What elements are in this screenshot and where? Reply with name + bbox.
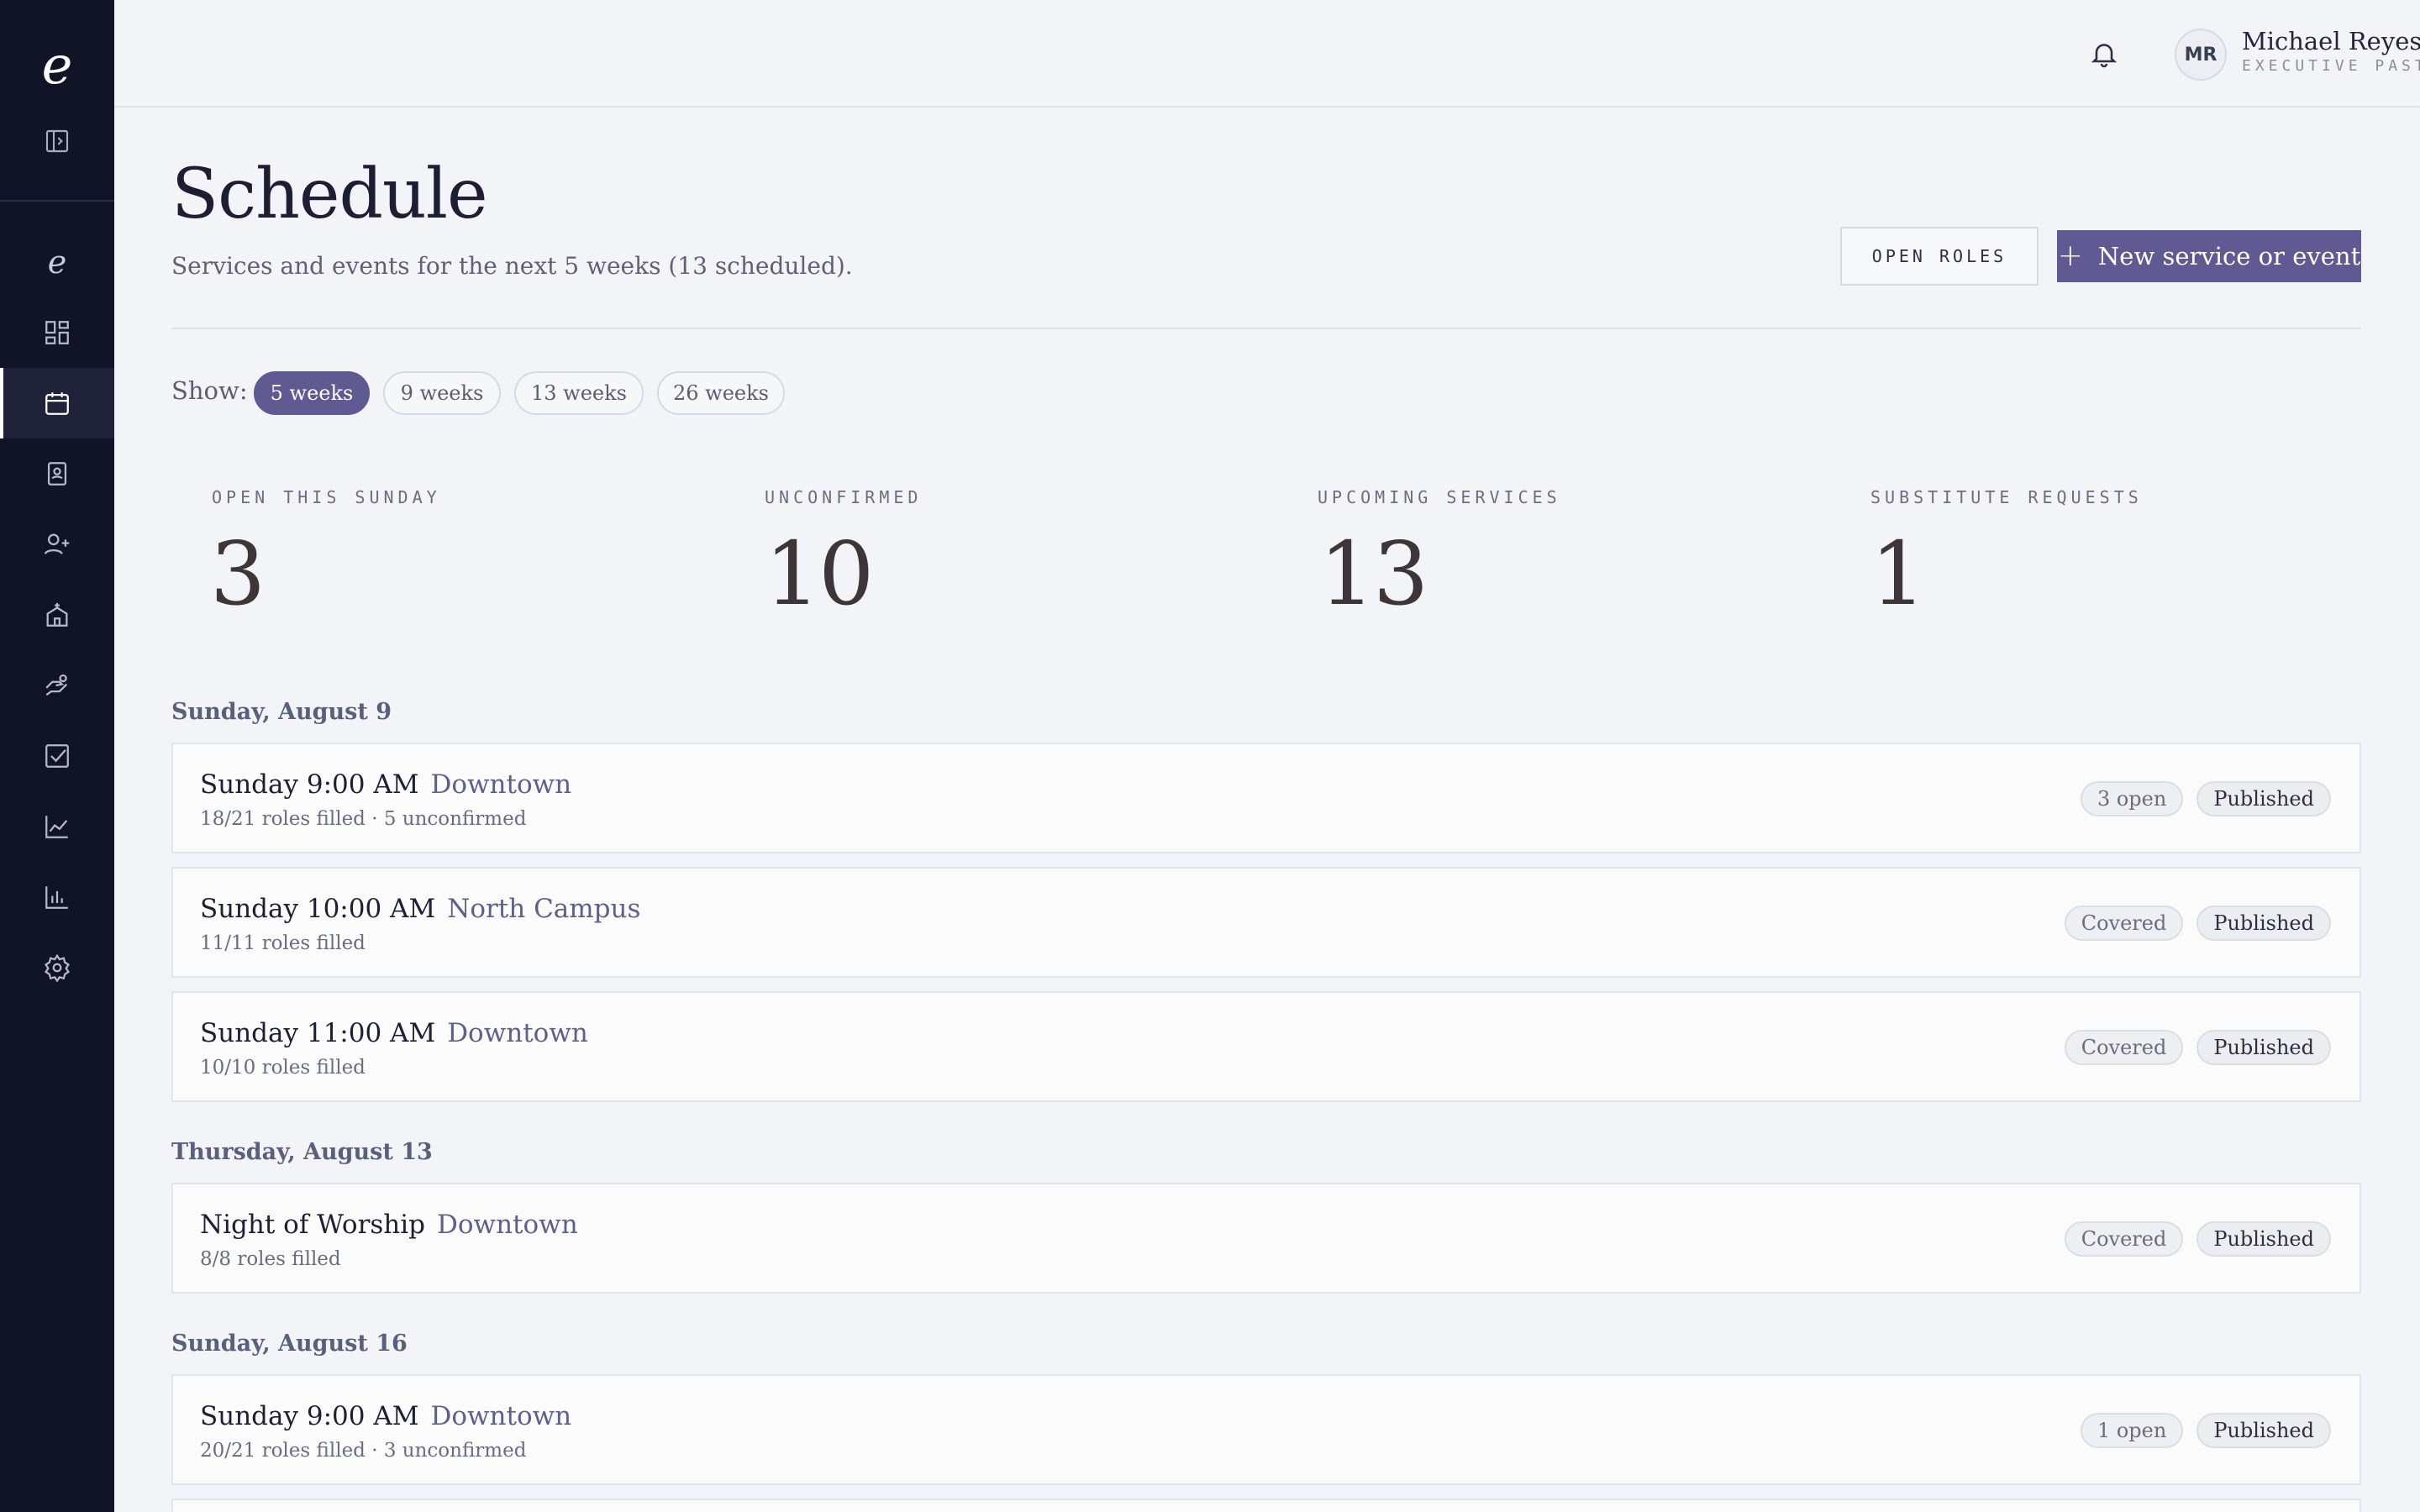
sidebar-item-home[interactable]: e [0, 227, 114, 297]
event-meta: 20/21 roles filled · 3 unconfirmed [200, 1440, 527, 1462]
settings-icon [44, 953, 71, 982]
coverage-badge: Covered [2064, 1030, 2184, 1065]
collapse-sidebar-icon[interactable] [44, 128, 71, 155]
event-location: Downtown [430, 1401, 572, 1431]
event-title: Sunday 9:00 AM [200, 769, 419, 800]
directory-icon [47, 462, 67, 486]
church-icon [46, 602, 68, 627]
open-roles-button[interactable]: OPEN ROLES [1840, 227, 2039, 286]
sidebar-item-directory[interactable] [0, 438, 114, 509]
filter-26-weeks[interactable]: 26 weeks [657, 371, 785, 415]
event-card[interactable]: Sunday 9:00 AM Downtown 20/21 roles fille… [171, 1374, 2361, 1485]
stat-label-substitutes: SUBSTITUTE REQUESTS [1870, 487, 2143, 507]
event-meta: 8/8 roles filled [200, 1248, 341, 1270]
sidebar-item-giving[interactable] [0, 650, 114, 721]
logo[interactable]: e [34, 39, 81, 92]
day-heading: Sunday, August 16 [171, 1331, 408, 1357]
day-heading: Sunday, August 9 [171, 699, 392, 725]
filter-13-weeks[interactable]: 13 weeks [514, 371, 644, 415]
event-card[interactable]: Night of Worship Downtown 8/8 roles fille… [171, 1183, 2361, 1294]
event-card-partial[interactable] [171, 1499, 2361, 1512]
event-title: Sunday 9:00 AM [200, 1401, 419, 1431]
dashboard-icon [45, 321, 69, 344]
stat-value-substitutes: 1 [1870, 522, 1926, 625]
trends-icon [45, 816, 68, 838]
stat-value-open-sunday: 3 [210, 522, 266, 625]
event-meta: 11/11 roles filled [200, 932, 366, 954]
status-badge: Published [2196, 1221, 2331, 1257]
sidebar-item-settings[interactable] [0, 932, 114, 1003]
sidebar-item-church[interactable] [0, 580, 114, 650]
sidebar-item-reports[interactable] [0, 862, 114, 932]
status-badge: Published [2196, 1030, 2331, 1065]
event-card[interactable]: Sunday 11:00 AM Downtown 10/10 roles fill… [171, 991, 2361, 1102]
event-card[interactable]: Sunday 10:00 AM North Campus 11/11 roles … [171, 867, 2361, 978]
page-title: Schedule [171, 155, 487, 234]
event-location: Downtown [437, 1210, 578, 1240]
event-location: Downtown [430, 769, 572, 800]
event-meta: 18/21 roles filled · 5 unconfirmed [200, 808, 527, 830]
brand-icon: e [47, 244, 67, 281]
top-bar: MR Michael Reyes EXECUTIVE PASTOR [114, 0, 2420, 108]
sidebar: e e [0, 0, 114, 1512]
avatar[interactable]: MR [2175, 29, 2227, 81]
event-meta: 10/10 roles filled [200, 1057, 366, 1079]
stat-label-open-sunday: OPEN THIS SUNDAY [212, 487, 441, 507]
sidebar-item-schedule[interactable] [0, 368, 114, 438]
stat-value-upcoming: 13 [1319, 522, 1428, 625]
status-badge: Published [2196, 1413, 2331, 1448]
sidebar-item-trends[interactable] [0, 791, 114, 862]
event-title: Night of Worship [200, 1210, 426, 1240]
sidebar-item-add-person[interactable] [0, 509, 114, 580]
sidebar-item-tasks[interactable] [0, 721, 114, 791]
coverage-badge: Covered [2064, 1221, 2184, 1257]
new-service-label: New service or event [2097, 242, 2361, 270]
status-badge: Published [2196, 781, 2331, 816]
day-heading: Thursday, August 13 [171, 1139, 433, 1165]
status-badge: Published [2196, 906, 2331, 941]
event-card[interactable]: Sunday 9:00 AM Downtown 18/21 roles fille… [171, 743, 2361, 853]
add-person-icon [44, 533, 70, 554]
event-title: Sunday 11:00 AM [200, 1018, 436, 1048]
calendar-icon [45, 392, 69, 415]
new-service-button[interactable]: + New service or event [2057, 230, 2361, 282]
coverage-badge: 1 open [2080, 1413, 2184, 1448]
event-location: North Campus [447, 894, 641, 924]
divider [171, 328, 2361, 329]
sidebar-header: e [0, 0, 114, 202]
plus-icon: + [2057, 239, 2083, 273]
coverage-badge: Covered [2064, 906, 2184, 941]
user-name: Michael Reyes [2242, 27, 2420, 55]
reports-icon [45, 886, 68, 909]
stat-value-unconfirmed: 10 [765, 522, 874, 625]
page-subtitle: Services and events for the next 5 weeks… [171, 252, 853, 280]
filter-9-weeks[interactable]: 9 weeks [383, 371, 501, 415]
filter-5-weeks[interactable]: 5 weeks [254, 371, 370, 415]
stat-label-unconfirmed: UNCONFIRMED [765, 487, 923, 507]
event-location: Downtown [447, 1018, 588, 1048]
event-title: Sunday 10:00 AM [200, 894, 436, 924]
show-label: Show: [171, 376, 248, 405]
coverage-badge: 3 open [2080, 781, 2184, 816]
sidebar-item-dashboard[interactable] [0, 297, 114, 368]
giving-icon [45, 674, 68, 696]
stat-label-upcoming: UPCOMING SERVICES [1318, 487, 1561, 507]
tasks-icon [45, 744, 69, 768]
bell-icon[interactable] [2089, 37, 2119, 71]
user-role: EXECUTIVE PASTOR [2242, 57, 2420, 75]
